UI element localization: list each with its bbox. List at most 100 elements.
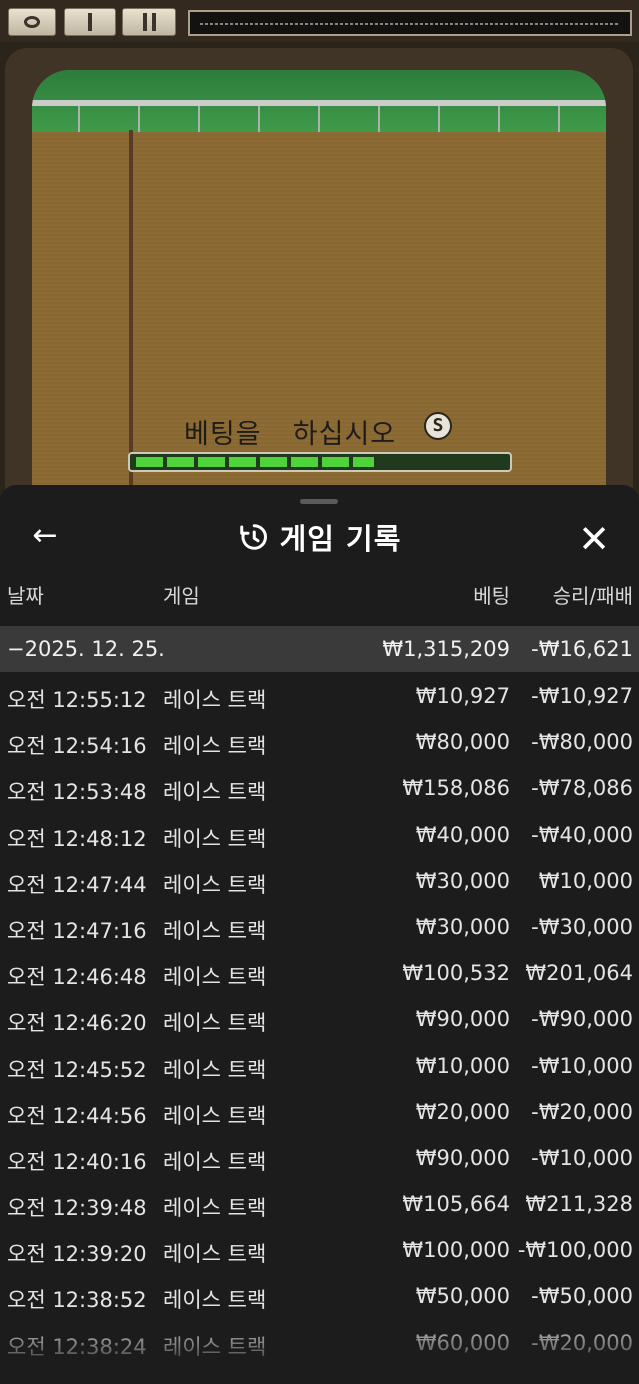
table-row[interactable]: 오전 12:45:52 레이스 트랙 ₩10,000 -₩10,000 — [0, 1044, 639, 1090]
bar-icon — [88, 13, 92, 31]
row-time: 오전 12:39:48 — [7, 1196, 147, 1221]
table-row[interactable]: 오전 12:46:48 레이스 트랙 ₩100,532 ₩201,064 — [0, 951, 639, 997]
row-time: 오전 12:38:52 — [7, 1288, 147, 1313]
drag-handle[interactable] — [300, 499, 338, 504]
row-game: 레이스 트랙 — [163, 918, 267, 943]
row-result: -₩10,000 — [531, 1053, 633, 1078]
row-game: 레이스 트랙 — [163, 1149, 267, 1174]
row-bet: ₩40,000 — [415, 822, 510, 847]
row-game: 레이스 트랙 — [163, 1334, 267, 1359]
sheet-header: 게임 기록 — [0, 515, 639, 559]
row-result: ₩211,328 — [525, 1192, 633, 1217]
play-button[interactable] — [64, 8, 116, 36]
row-game: 레이스 트랙 — [163, 734, 267, 759]
circle-icon — [24, 16, 40, 28]
row-game: 레이스 트랙 — [163, 1103, 267, 1128]
row-bet: ₩60,000 — [415, 1330, 510, 1355]
table-row[interactable]: 오전 12:46:20 레이스 트랙 ₩90,000 -₩90,000 — [0, 997, 639, 1043]
sheet-title: 게임 기록 — [279, 522, 402, 556]
row-game: 레이스 트랙 — [163, 872, 267, 897]
row-time: 오전 12:48:12 — [7, 826, 147, 851]
row-bet: ₩105,664 — [402, 1192, 510, 1217]
table-row[interactable]: 오전 12:54:16 레이스 트랙 ₩80,000 -₩80,000 — [0, 720, 639, 766]
game-area: 베팅을 하십시오 S — [0, 0, 639, 508]
column-win-loss: 승리/패배 — [552, 584, 633, 608]
row-time: 오전 12:40:16 — [7, 1149, 147, 1174]
row-result: -₩20,000 — [531, 1330, 633, 1355]
row-time: 오전 12:55:12 — [7, 688, 147, 712]
group-date: −2025. 12. 25. — [7, 637, 165, 661]
pause-icon — [142, 13, 156, 31]
table-row[interactable]: 오전 12:48:12 레이스 트랙 ₩40,000 -₩40,000 — [0, 813, 639, 859]
table-row[interactable]: 오전 12:47:16 레이스 트랙 ₩30,000 -₩30,000 — [0, 905, 639, 951]
row-game: 레이스 트랙 — [163, 1011, 267, 1036]
row-result: -₩30,000 — [531, 914, 633, 939]
row-game: 레이스 트랙 — [163, 1242, 267, 1267]
game-history-sheet: ← 게임 기록 ✕ 날짜 게임 베팅 승리/패배 −2025. 12. 25. … — [0, 485, 639, 1384]
row-result: -₩100,000 — [517, 1238, 633, 1263]
row-time: 오전 12:39:20 — [7, 1242, 147, 1267]
table-row[interactable]: 오전 12:53:48 레이스 트랙 ₩158,086 -₩78,086 — [0, 766, 639, 812]
row-bet: ₩90,000 — [415, 1145, 510, 1170]
message-display — [188, 10, 632, 36]
row-result: -₩10,927 — [531, 684, 633, 708]
table-row[interactable]: 오전 12:55:12 레이스 트랙 ₩10,927 -₩10,927 — [0, 674, 639, 720]
table-row[interactable]: 오전 12:40:16 레이스 트랙 ₩90,000 -₩10,000 — [0, 1136, 639, 1182]
row-result: ₩10,000 — [538, 868, 633, 893]
row-bet: ₩100,532 — [402, 961, 510, 986]
row-result: -₩40,000 — [531, 822, 633, 847]
row-time: 오전 12:45:52 — [7, 1057, 147, 1082]
row-time: 오전 12:38:24 — [7, 1334, 147, 1359]
row-time: 오전 12:47:16 — [7, 918, 147, 943]
row-game: 레이스 트랙 — [163, 1288, 267, 1313]
table-row[interactable]: 오전 12:44:56 레이스 트랙 ₩20,000 -₩20,000 — [0, 1090, 639, 1136]
row-game: 레이스 트랙 — [163, 780, 267, 805]
row-result: -₩80,000 — [531, 730, 633, 755]
row-time: 오전 12:54:16 — [7, 734, 147, 759]
row-game: 레이스 트랙 — [163, 1196, 267, 1221]
row-bet: ₩50,000 — [415, 1284, 510, 1309]
group-win-loss-total: -₩16,621 — [531, 637, 633, 661]
row-bet: ₩10,927 — [415, 684, 510, 708]
row-time: 오전 12:44:56 — [7, 1103, 147, 1128]
row-result: -₩10,000 — [531, 1145, 633, 1170]
pause-button[interactable] — [122, 8, 176, 36]
table-row[interactable]: 오전 12:38:52 레이스 트랙 ₩50,000 -₩50,000 — [0, 1274, 639, 1320]
group-bet-total: ₩1,315,209 — [382, 637, 510, 661]
row-bet: ₩10,000 — [415, 1053, 510, 1078]
row-game: 레이스 트랙 — [163, 826, 267, 851]
table-row[interactable]: 오전 12:39:20 레이스 트랙 ₩100,000 -₩100,000 — [0, 1228, 639, 1274]
row-bet: ₩20,000 — [415, 1099, 510, 1124]
coin-icon: S — [424, 412, 452, 440]
column-bet: 베팅 — [473, 584, 510, 608]
record-button[interactable] — [8, 8, 56, 36]
row-result: -₩50,000 — [531, 1284, 633, 1309]
date-group-row[interactable]: −2025. 12. 25. ₩1,315,209 -₩16,621 — [0, 626, 639, 672]
row-result: -₩90,000 — [531, 1007, 633, 1032]
table-row[interactable]: 오전 12:39:48 레이스 트랙 ₩105,664 ₩211,328 — [0, 1182, 639, 1228]
row-game: 레이스 트랙 — [163, 1057, 267, 1082]
game-toolbar — [0, 0, 639, 42]
row-time: 오전 12:53:48 — [7, 780, 147, 805]
row-bet: ₩158,086 — [402, 776, 510, 801]
bet-timer-bar — [128, 452, 512, 472]
table-row[interactable]: 오전 12:38:24 레이스 트랙 ₩60,000 -₩20,000 — [0, 1321, 639, 1367]
history-list: 오전 12:55:12 레이스 트랙 ₩10,927 -₩10,927 오전 12:54… — [0, 674, 639, 1367]
rail-posts — [32, 106, 606, 132]
bet-timer-fill — [136, 457, 374, 467]
column-game: 게임 — [163, 584, 200, 608]
row-time: 오전 12:46:48 — [7, 965, 147, 990]
row-bet: ₩30,000 — [415, 914, 510, 939]
row-result: -₩20,000 — [531, 1099, 633, 1124]
row-time: 오전 12:46:20 — [7, 1011, 147, 1036]
history-icon — [239, 524, 267, 550]
row-bet: ₩80,000 — [415, 730, 510, 755]
table-row[interactable]: 오전 12:47:44 레이스 트랙 ₩30,000 ₩10,000 — [0, 859, 639, 905]
row-result: ₩201,064 — [525, 961, 633, 986]
row-bet: ₩90,000 — [415, 1007, 510, 1032]
row-result: -₩78,086 — [531, 776, 633, 801]
table-header: 날짜 게임 베팅 승리/패배 — [0, 580, 639, 620]
row-bet: ₩30,000 — [415, 868, 510, 893]
close-button[interactable]: ✕ — [574, 519, 614, 559]
bet-prompt: 베팅을 하십시오 — [184, 419, 397, 450]
